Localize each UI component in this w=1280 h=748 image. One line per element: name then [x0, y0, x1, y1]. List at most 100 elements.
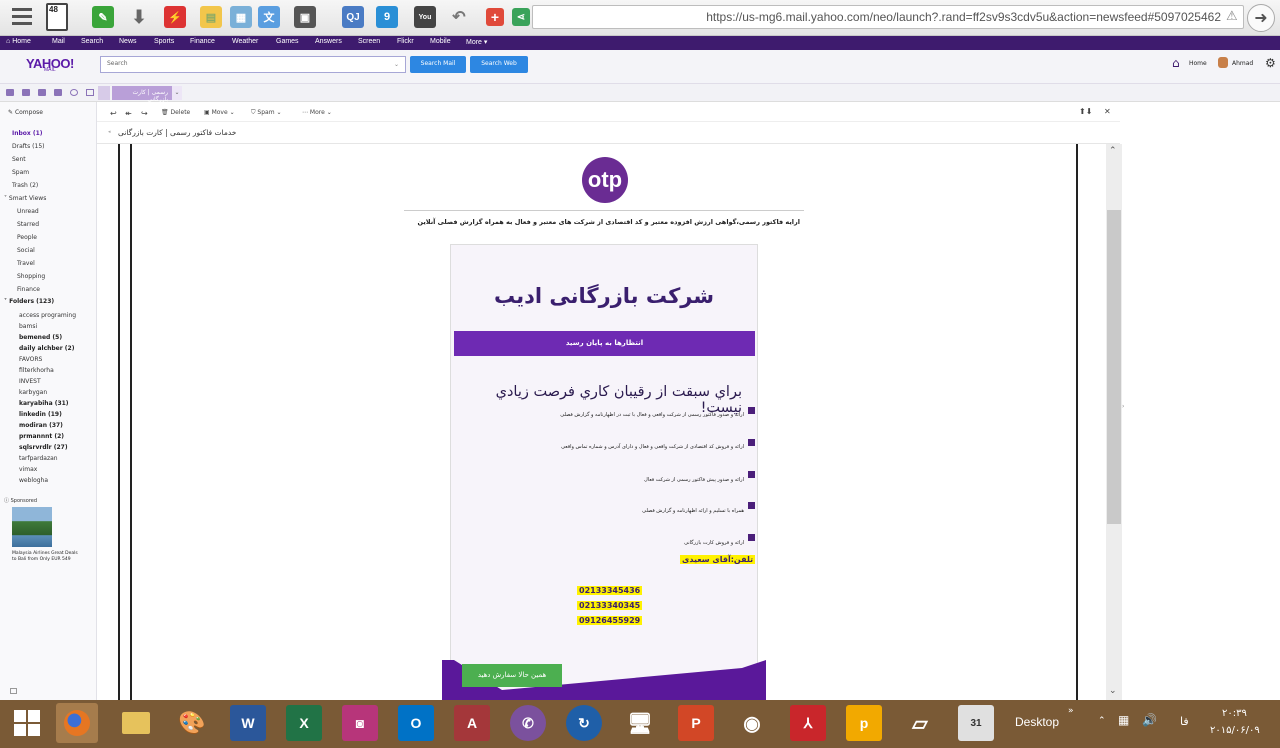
more-button[interactable]: ⋯ More ⌄ [302, 109, 332, 116]
clock-date[interactable]: ۲۰۱۵/۰۶/۰۹ [1210, 725, 1260, 736]
onenote-icon[interactable]: ◙ [342, 705, 378, 741]
forward-icon[interactable]: ↪ [141, 109, 148, 118]
ad-image[interactable] [12, 507, 52, 547]
language-indicator[interactable]: فا [1180, 715, 1189, 728]
gear-icon[interactable]: ⚙ [1265, 56, 1276, 70]
forward-arrow-icon[interactable]: ➜ [1247, 4, 1275, 32]
search-dropdown-icon[interactable]: ⌄ [394, 61, 399, 68]
folder-trash[interactable]: Trash (2) [12, 182, 38, 189]
subject-expand-icon[interactable]: ◂ [108, 129, 111, 135]
network-icon[interactable]: ▦ [1118, 713, 1129, 727]
spam-button[interactable]: ⛉ Spam ⌄ [251, 109, 282, 117]
nav-search[interactable]: Search [81, 38, 103, 45]
home-link[interactable]: Home [1189, 60, 1207, 67]
grid-icon[interactable] [86, 89, 94, 96]
search-input[interactable]: Search [100, 56, 406, 73]
calendar-icon[interactable] [22, 89, 30, 96]
remote-desktop-icon[interactable]: 🖥 [622, 705, 658, 741]
flash-icon[interactable]: ⚡ [164, 6, 186, 28]
nav-news[interactable]: News [119, 38, 137, 45]
add-icon[interactable]: + [486, 8, 504, 26]
avatar[interactable] [1218, 57, 1228, 68]
smart-view-finance[interactable]: Finance [17, 286, 40, 293]
nav-mobile[interactable]: Mobile [430, 38, 451, 45]
file-explorer-icon[interactable] [118, 705, 154, 741]
smart-views-toggle[interactable]: ˅ Smart Views [4, 195, 46, 202]
nav-home[interactable]: ⌂ Home [6, 38, 31, 45]
volume-icon[interactable]: 🔊 [1142, 713, 1157, 727]
firefox-icon[interactable] [56, 703, 98, 743]
nav-mail[interactable]: Mail [52, 38, 65, 45]
phone-number[interactable]: 02133340345 [577, 601, 643, 610]
phone-number[interactable]: 09126455929 [577, 616, 643, 625]
search-mail-button[interactable]: Search Mail [410, 56, 466, 73]
folder-item[interactable]: modiran (37) [19, 422, 63, 429]
menu-icon[interactable] [12, 8, 32, 26]
smart-view-travel[interactable]: Travel [17, 260, 35, 267]
youtube-icon[interactable]: You [414, 6, 436, 28]
smart-view-starred[interactable]: Starred [17, 221, 39, 228]
nav-answers[interactable]: Answers [315, 38, 342, 45]
folder-item[interactable]: filterkhorha [19, 367, 54, 374]
folder-item[interactable]: access programing [19, 312, 76, 319]
ad-text[interactable]: Malaysia Airlines Great Deals to Bali fr… [12, 551, 82, 563]
scroll-down-icon[interactable]: ⌄ [1109, 686, 1117, 696]
tab-open-message[interactable]: رسمی | کارت بازرگانی [112, 86, 172, 103]
smart-view-shopping[interactable]: Shopping [17, 273, 45, 280]
sync-icon[interactable]: ↻ [566, 705, 602, 741]
nav-games[interactable]: Games [276, 38, 299, 45]
messenger-icon[interactable] [70, 89, 78, 96]
close-icon[interactable]: ✕ [1104, 107, 1111, 116]
access-icon[interactable]: A [454, 705, 490, 741]
compose-button[interactable]: ✎ Compose [8, 109, 43, 116]
share-icon[interactable]: ⋖ [512, 8, 530, 26]
folder-item[interactable]: karyabiha (31) [19, 400, 69, 407]
nav-flickr[interactable]: Flickr [397, 38, 414, 45]
reply-icon[interactable]: ↩ [110, 109, 117, 118]
translate-icon[interactable]: 文 [258, 6, 280, 28]
folder-item[interactable]: tarfpardazan [19, 455, 58, 462]
paint-shop-icon[interactable]: p [846, 705, 882, 741]
nav-weather[interactable]: Weather [232, 38, 258, 45]
folder-item[interactable]: bamsi [19, 323, 37, 330]
collapse-sidebar-icon[interactable] [10, 688, 17, 694]
folder-item[interactable]: karbygan [19, 389, 47, 396]
nav-more[interactable]: More ▾ [466, 38, 487, 46]
outlook-icon[interactable]: O [398, 705, 434, 741]
search-web-button[interactable]: Search Web [470, 56, 528, 73]
scroll-up-icon[interactable]: ⌃ [1109, 146, 1117, 156]
excel-icon[interactable]: X [286, 705, 322, 741]
folder-item[interactable]: sqlsrvrdlr (27) [19, 444, 68, 451]
order-now-button[interactable]: همین حالا سفارش دهید [462, 664, 562, 687]
folder-item[interactable]: linkedin (19) [19, 411, 62, 418]
download-icon[interactable]: ⬇ [128, 6, 150, 28]
tab-dropdown-icon[interactable]: ⌄ [172, 86, 182, 100]
undo-icon[interactable]: ↶ [448, 6, 470, 28]
clock-time[interactable]: ۲۰:۳۹ [1222, 708, 1247, 719]
nav-sports[interactable]: Sports [154, 38, 174, 45]
paint-icon[interactable]: 🎨 [174, 705, 210, 741]
notes-icon[interactable]: ▤ [200, 6, 222, 28]
folder-drafts[interactable]: Drafts (15) [12, 143, 44, 150]
tray-expand-icon[interactable]: ⌃ [1098, 716, 1106, 726]
powerpoint-icon[interactable]: P [678, 705, 714, 741]
move-button[interactable]: ▣ Move ⌄ [204, 109, 235, 116]
folder-item[interactable]: prmannnt (2) [19, 433, 64, 440]
url-field[interactable]: https://us-mg6.mail.yahoo.com/neo/launch… [532, 5, 1244, 29]
scrollbar-thumb[interactable] [1107, 210, 1121, 524]
folder-sent[interactable]: Sent [12, 156, 26, 163]
screenshot-icon[interactable]: ▣ [294, 6, 316, 28]
folder-item[interactable]: bemened (5) [19, 334, 62, 341]
evernote-icon[interactable]: ✎ [92, 6, 114, 28]
smart-view-social[interactable]: Social [17, 247, 35, 254]
tab-counter-icon[interactable]: 48 [46, 3, 68, 31]
acrobat-icon[interactable]: ⅄ [790, 705, 826, 741]
home-icon[interactable]: ⌂ [1172, 56, 1180, 70]
folder-item[interactable]: FAVORS [19, 356, 42, 363]
desktop-toolbar-label[interactable]: Desktop [1015, 715, 1059, 729]
nav-finance[interactable]: Finance [190, 38, 215, 45]
prev-next-icon[interactable]: ⬆⬇ [1079, 107, 1092, 116]
windows-start-icon[interactable] [14, 710, 40, 736]
reply-all-icon[interactable]: ↞ [125, 109, 132, 118]
newsfeed-icon[interactable] [54, 89, 62, 96]
